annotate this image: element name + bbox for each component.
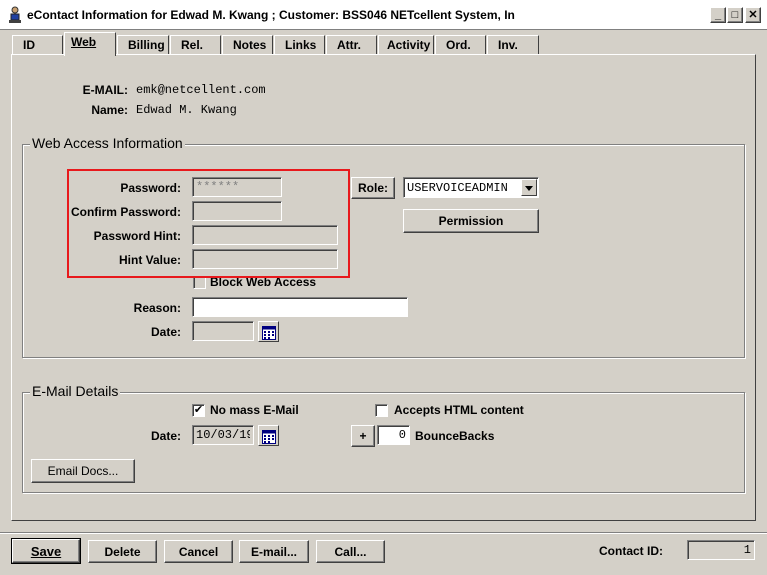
permission-button[interactable]: Permission xyxy=(403,209,539,233)
role-select[interactable]: USERVOICEADMIN xyxy=(403,177,539,198)
confirm-password-field[interactable] xyxy=(192,201,282,221)
hint-value-label: Hint Value: xyxy=(118,253,181,267)
password-hint-label: Password Hint: xyxy=(93,229,181,243)
bouncebacks-label: BounceBacks xyxy=(415,429,495,443)
tab-activity[interactable]: Activity xyxy=(378,35,434,55)
email-date-field[interactable] xyxy=(192,425,254,445)
email-button[interactable]: E-mail... xyxy=(239,540,309,563)
password-hint-field[interactable] xyxy=(192,225,338,245)
password-label: Password: xyxy=(120,181,181,195)
block-web-access-checkbox[interactable] xyxy=(193,276,206,289)
contact-id-label: Contact ID: xyxy=(599,544,663,558)
no-mass-email-checkbox[interactable]: ✔ xyxy=(192,404,205,417)
reason-label: Reason: xyxy=(133,301,181,315)
no-mass-email-label: No mass E-Mail xyxy=(210,403,299,417)
app-icon xyxy=(9,6,21,23)
window-title: eContact Information for Edwad M. Kwang … xyxy=(27,8,515,22)
tab-inv[interactable]: Inv. xyxy=(487,35,539,55)
email-docs-button[interactable]: Email Docs... xyxy=(31,459,135,483)
tab-ord[interactable]: Ord. xyxy=(435,35,486,55)
web-access-title: Web Access Information xyxy=(30,135,185,151)
chevron-down-icon[interactable] xyxy=(521,179,537,196)
hint-value-field[interactable] xyxy=(192,249,338,269)
minimize-button[interactable]: _ xyxy=(710,7,726,23)
block-date-field[interactable] xyxy=(192,321,254,341)
block-date-calendar-button[interactable] xyxy=(258,321,279,342)
bouncebacks-plus-button[interactable]: + xyxy=(351,425,375,447)
tab-links[interactable]: Links xyxy=(274,35,325,55)
tab-strip: ID Web Billing Rel. Notes Links Attr. Ac… xyxy=(0,30,767,56)
email-details-title: E-Mail Details xyxy=(30,383,121,399)
save-button[interactable]: Save xyxy=(11,538,81,564)
reason-field[interactable] xyxy=(192,297,408,317)
tab-rel[interactable]: Rel. xyxy=(170,35,221,55)
calendar-icon xyxy=(261,429,276,444)
role-button[interactable]: Role: xyxy=(351,177,395,199)
accepts-html-label: Accepts HTML content xyxy=(394,403,524,417)
email-label: E-MAIL: xyxy=(82,83,128,97)
email-date-label: Date: xyxy=(150,429,181,443)
email-date-calendar-button[interactable] xyxy=(258,425,279,446)
block-web-access-label: Block Web Access xyxy=(210,275,317,289)
tab-notes[interactable]: Notes xyxy=(222,35,273,55)
tab-attr[interactable]: Attr. xyxy=(326,35,377,55)
name-value: Edwad M. Kwang xyxy=(136,103,237,117)
tab-web-label: Web xyxy=(71,35,97,49)
delete-button[interactable]: Delete xyxy=(88,540,157,563)
maximize-button[interactable]: □ xyxy=(727,7,743,23)
block-date-label: Date: xyxy=(150,325,181,339)
close-button[interactable]: ✕ xyxy=(745,7,761,23)
footer-separator xyxy=(0,532,767,534)
bouncebacks-field[interactable] xyxy=(377,425,410,445)
role-select-value: USERVOICEADMIN xyxy=(407,181,508,195)
tab-web[interactable]: Web xyxy=(64,32,116,56)
call-button[interactable]: Call... xyxy=(316,540,385,563)
title-bar: eContact Information for Edwad M. Kwang … xyxy=(0,0,767,30)
confirm-password-label: Confirm Password: xyxy=(70,205,181,219)
tab-id[interactable]: ID xyxy=(12,35,63,55)
password-field[interactable] xyxy=(192,177,282,197)
accepts-html-checkbox[interactable] xyxy=(375,404,388,417)
name-label: Name: xyxy=(91,103,128,117)
contact-id-field xyxy=(687,540,755,560)
tab-billing[interactable]: Billing xyxy=(117,35,169,55)
cancel-button[interactable]: Cancel xyxy=(164,540,233,563)
calendar-icon xyxy=(261,325,276,340)
email-value: emk@netcellent.com xyxy=(136,83,266,97)
